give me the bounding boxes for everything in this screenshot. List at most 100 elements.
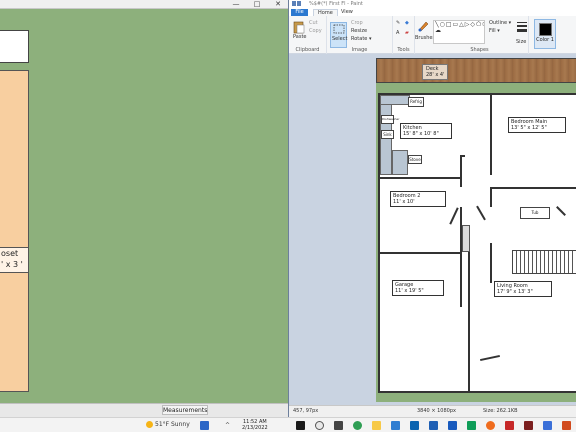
taskbar: 51°F Sunny ^ 11:52 AM 2/13/2022 (0, 417, 576, 432)
excel-icon[interactable] (467, 421, 476, 430)
deck-area: Deck 28' x 4' (376, 58, 576, 83)
kitchen-counter-bottom (392, 150, 408, 175)
word-icon[interactable] (429, 421, 438, 430)
room-label-kitchen: Kitchen 15' 8" x 10' 8" (400, 123, 452, 139)
wall-center-stub (460, 155, 465, 157)
left-status-bar (0, 403, 288, 417)
fill-button[interactable]: Fill ▾ (489, 28, 500, 34)
brushes-group: Brushes (415, 16, 435, 54)
rotate-button[interactable]: Rotate ▾ (351, 36, 371, 42)
task-view-icon[interactable] (334, 421, 343, 430)
stove: Stove (408, 155, 422, 164)
resize-button[interactable]: Resize (351, 28, 367, 34)
crop-button[interactable]: Crop (351, 20, 363, 26)
room-label-bedroom-main: Bedroom Main 13' 5" x 12' 5" (508, 117, 566, 133)
door-swing-bedroom2 (449, 207, 459, 225)
app-icon-1[interactable] (200, 421, 209, 430)
tray-chevron-icon[interactable]: ^ (225, 422, 230, 429)
wall-garage-right (468, 252, 470, 392)
paint-app-icon[interactable] (543, 421, 552, 430)
file-size: Size: 262.1KB (483, 408, 518, 414)
copy-button[interactable]: Copy (309, 28, 322, 34)
color1-swatch (539, 23, 552, 36)
outlook-icon[interactable] (410, 421, 419, 430)
shapes-gallery[interactable]: ╲○□▭△▷◇⬠⬡→←↑↓✦☆✶▢▭◯♡⚡☁ (433, 20, 485, 44)
file-explorer-icon[interactable] (372, 421, 381, 430)
plan-room-partial[interactable] (0, 30, 29, 63)
save-icon[interactable] (292, 1, 296, 6)
ribbon: Paste Cut Copy Clipboard Select Crop Res… (289, 16, 576, 54)
search-icon[interactable] (315, 421, 324, 430)
size-button[interactable]: Size (515, 20, 529, 50)
paint-status-bar: 457, 97px 3840 × 1080px Size: 262.1KB (289, 405, 576, 417)
window-title: %$#(*( First Fl - Paint (309, 1, 363, 7)
edge-icon[interactable] (353, 421, 362, 430)
color1-button[interactable]: Color 1 (534, 19, 556, 49)
ribbon-tabs: File Home View (289, 9, 576, 16)
floor-plan-app-window: — □ ✕ oset ' x 3 ' Measurements (0, 0, 288, 417)
door-swing-hall (476, 205, 486, 221)
closet-room-shape[interactable] (0, 70, 29, 392)
outline-button[interactable]: Outline ▾ (489, 20, 511, 26)
maximize-button[interactable]: □ (249, 0, 265, 9)
bedroom-2-size: 11' x 10' (393, 199, 415, 205)
closet-label[interactable]: oset ' x 3 ' (0, 247, 29, 273)
cut-button[interactable]: Cut (309, 20, 318, 26)
wall-center-upper (460, 155, 462, 187)
image-dimensions: 3840 × 1080px (417, 408, 456, 414)
pencil-icon[interactable]: ✎ (396, 20, 400, 26)
tools-group-label: Tools (397, 47, 410, 53)
image-group-label: Image (351, 47, 368, 53)
deck-size: 28' x 4' (426, 72, 445, 78)
refrigerator: Refrig (408, 97, 424, 107)
text-icon[interactable]: A (396, 30, 399, 36)
house-outline: Refrig Dishwasher Sink Stove Tub Kitchen… (378, 93, 576, 393)
windows-start-icon[interactable] (296, 421, 305, 430)
office-icon[interactable] (562, 421, 571, 430)
bathtub: Tub (520, 207, 550, 219)
weather-widget[interactable]: 51°F Sunny (146, 421, 190, 428)
bedroom-main-size: 13' 5" x 12' 5" (511, 125, 547, 131)
paste-icon[interactable] (293, 20, 305, 34)
room-label-garage: Garage 11' x 19' 5" (392, 280, 444, 296)
garage-size: 11' x 19' 5" (395, 288, 424, 294)
paste-button[interactable]: Paste (293, 34, 307, 40)
brushes-icon[interactable] (417, 20, 429, 32)
eraser-icon[interactable]: ▰ (405, 30, 409, 36)
close-button[interactable]: ✕ (270, 0, 286, 9)
select-button[interactable]: Select (332, 36, 347, 42)
acrobat-icon[interactable] (505, 421, 514, 430)
tab-view[interactable]: View (337, 9, 357, 16)
dishwasher: Dishwasher (381, 115, 399, 124)
undo-icon[interactable] (297, 1, 301, 6)
mail-icon[interactable] (391, 421, 400, 430)
tools-group: ✎ ◆ A ▰ Tools (393, 16, 415, 54)
minimize-button[interactable]: — (228, 0, 244, 9)
clipboard-group: Paste Cut Copy Clipboard (289, 16, 327, 54)
store-icon[interactable] (448, 421, 457, 430)
wall-bedroom2-bottom (380, 252, 460, 254)
wall-bath-top (490, 187, 576, 189)
size-label: Size (516, 39, 527, 45)
clock[interactable]: 11:52 AM 2/13/2022 (242, 419, 268, 431)
sink: Sink (381, 130, 394, 139)
cursor-position: 457, 97px (293, 408, 319, 414)
tab-file[interactable]: File (291, 9, 308, 16)
kitchen-size: 15' 8" x 10' 8" (403, 131, 439, 137)
firefox-icon[interactable] (486, 421, 495, 430)
tab-home[interactable]: Home (313, 9, 338, 16)
clock-date: 2/13/2022 (242, 425, 268, 431)
floor-plan-image[interactable]: Deck 28' x 4' Refrig Dishwasher Sink Sto… (376, 58, 576, 402)
fill-icon[interactable]: ◆ (405, 20, 409, 26)
sun-icon (146, 421, 153, 428)
door-swing-bath (556, 206, 566, 216)
paint-canvas-area[interactable]: Deck 28' x 4' Refrig Dishwasher Sink Sto… (289, 55, 576, 402)
closet-bedroom2 (462, 225, 470, 252)
quick-access-toolbar[interactable] (292, 1, 306, 7)
closet-label-name: oset (1, 249, 19, 258)
measurements-tab[interactable]: Measurements (162, 405, 208, 415)
select-icon[interactable] (333, 24, 345, 36)
pdf-app-icon[interactable] (524, 421, 533, 430)
wall-kitchen-bottom (380, 177, 462, 179)
color1-label: Color 1 (536, 37, 554, 43)
